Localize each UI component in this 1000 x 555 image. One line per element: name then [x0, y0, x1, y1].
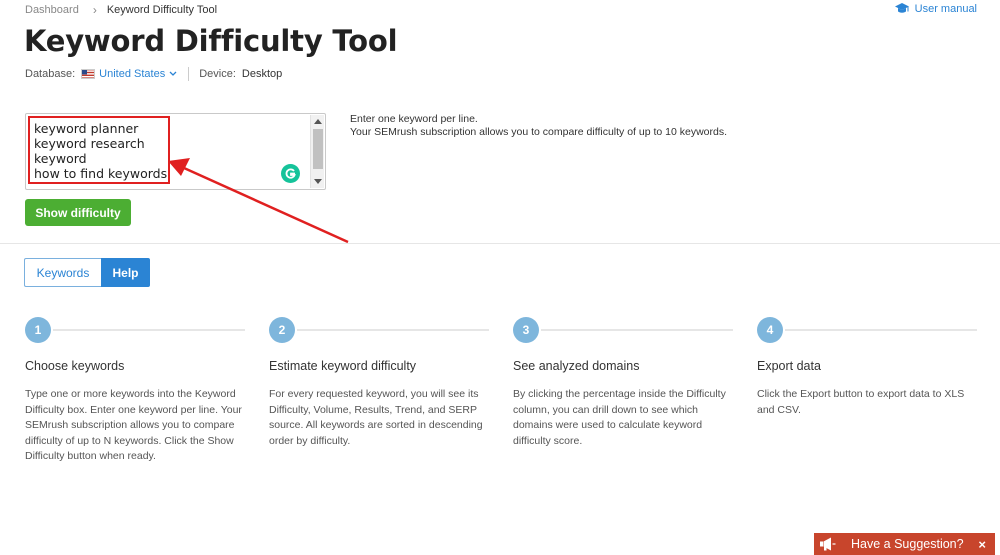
megaphone-icon [820, 537, 840, 551]
breadcrumb-dashboard-link[interactable]: Dashboard [25, 4, 79, 16]
step-connector-line [53, 329, 245, 331]
grammarly-icon[interactable] [281, 164, 300, 183]
step-number-badge: 1 [25, 317, 51, 343]
tab-keywords[interactable]: Keywords [24, 258, 101, 287]
annotation-highlight-box [28, 116, 170, 184]
show-difficulty-button[interactable]: Show difficulty [25, 199, 131, 226]
meta-divider [188, 67, 190, 81]
user-manual-link[interactable]: User manual [894, 3, 977, 15]
hint-line-1: Enter one keyword per line. [350, 113, 478, 125]
step-description: By clicking the percentage inside the Di… [513, 388, 726, 447]
scroll-down-arrow-icon[interactable] [314, 179, 322, 184]
database-device-row: Database: United States Device: Desktop [25, 67, 282, 81]
database-value: United States [99, 68, 166, 80]
step-number-badge: 2 [269, 317, 295, 343]
database-dropdown[interactable]: United States [99, 68, 177, 80]
step-title: Choose keywords [25, 359, 125, 373]
breadcrumb: Dashboard › Keyword Difficulty Tool [25, 3, 217, 17]
step-connector-line [541, 329, 733, 331]
close-icon[interactable]: × [978, 537, 986, 552]
chevron-right-icon: › [92, 3, 97, 17]
device-value[interactable]: Desktop [242, 68, 282, 80]
textarea-scrollbar[interactable] [310, 115, 324, 188]
graduation-cap-icon [894, 3, 909, 13]
page-title: Keyword Difficulty Tool [24, 24, 398, 58]
step-title: Export data [757, 359, 821, 373]
us-flag-icon [81, 69, 96, 79]
step-title: See analyzed domains [513, 359, 640, 373]
step-description: For every requested keyword, you will se… [269, 388, 483, 447]
hint-line-2: Your SEMrush subscription allows you to … [350, 126, 728, 138]
scrollbar-thumb[interactable] [313, 129, 323, 169]
step-number-badge: 4 [757, 317, 783, 343]
database-label: Database: [25, 68, 76, 80]
tab-help[interactable]: Help [101, 258, 150, 287]
scroll-up-arrow-icon[interactable] [314, 119, 322, 124]
user-manual-label: User manual [914, 3, 977, 15]
keyword-input-hint: Enter one keyword per line. Your SEMrush… [350, 113, 727, 139]
suggestion-widget[interactable]: Have a Suggestion? × [814, 533, 995, 555]
step-number-badge: 3 [513, 317, 539, 343]
section-divider [0, 243, 1000, 244]
chevron-down-icon [169, 71, 177, 76]
suggestion-label: Have a Suggestion? [851, 537, 964, 551]
step-description: Type one or more keywords into the Keywo… [25, 388, 242, 462]
step-connector-line [785, 329, 977, 331]
step-connector-line [297, 329, 489, 331]
annotation-arrow [168, 158, 349, 244]
device-label: Device: [199, 68, 236, 80]
step-description: Click the Export button to export data t… [757, 388, 965, 416]
breadcrumb-current: Keyword Difficulty Tool [106, 4, 218, 16]
tab-bar: Keywords Help [24, 258, 150, 287]
step-title: Estimate keyword difficulty [269, 359, 417, 373]
